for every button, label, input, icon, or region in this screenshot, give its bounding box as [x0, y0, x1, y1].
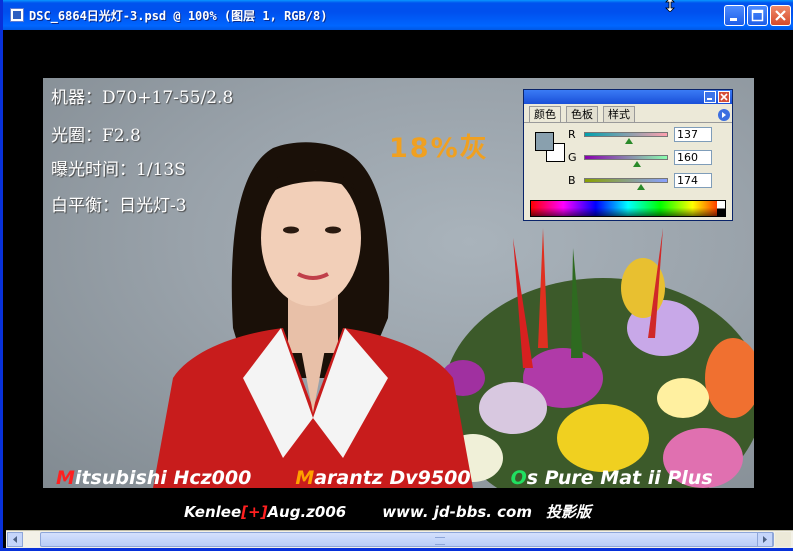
projector-1-rest: itsubishi Hcz000 [74, 467, 252, 489]
arrow-left-icon [13, 536, 17, 543]
scroll-right-button[interactable] [757, 532, 773, 547]
projector-2-initial: M [295, 467, 315, 489]
flower-bouquet [441, 228, 754, 488]
arrow-right-icon [763, 536, 767, 543]
maximize-icon [751, 9, 764, 22]
channel-b-slider[interactable] [584, 178, 668, 183]
projector-credits-line: Mitsubishi Hcz000 Marantz Dv9500 Os Pure M… [56, 467, 756, 493]
credit-tag: 投影版 [546, 503, 592, 521]
channel-g-value[interactable]: 160 [674, 150, 712, 165]
credit-mark: [+] [241, 503, 268, 521]
palette-title-bar[interactable] [524, 90, 732, 104]
projector-3: Os Pure Mat ii Plus [511, 467, 713, 489]
gray-card-label: 18%灰 [389, 133, 489, 164]
palette-close-button[interactable] [718, 91, 730, 103]
white-balance-info-text: 白平衡：日光灯-3 [51, 196, 187, 216]
minimize-icon [730, 18, 737, 21]
scroll-left-button[interactable] [7, 532, 23, 547]
credit-date: Aug.z006 [267, 503, 347, 521]
aperture-info-text: 光圈：F2.8 [51, 126, 141, 146]
credit-name: Kenlee [184, 503, 242, 521]
camera-info-text: 机器：D70+17-55/2.8 [51, 88, 234, 108]
psd-file-icon [10, 8, 24, 22]
author-credits-line: Kenlee[+]Aug.z006 www. jd-bbs. com 投影版 [184, 501, 591, 522]
scrollbar-corner [775, 532, 791, 547]
maximize-button[interactable] [747, 5, 768, 26]
close-icon [720, 93, 728, 101]
channel-r-slider[interactable] [584, 132, 668, 137]
scroll-thumb[interactable] [40, 532, 774, 547]
channel-g-slider[interactable] [584, 155, 668, 160]
resize-cursor-icon [665, 0, 675, 12]
minimize-icon [707, 98, 712, 100]
channel-r-label: R [568, 128, 576, 141]
channel-b-value[interactable]: 174 [674, 173, 712, 188]
close-icon [775, 10, 786, 21]
projector-1: Mitsubishi Hcz000 [56, 467, 251, 489]
palette-body: R 137 G 160 B 174 [524, 122, 732, 221]
horizontal-scrollbar[interactable] [6, 530, 793, 548]
channel-b-thumb[interactable] [637, 184, 646, 190]
color-spectrum-bar[interactable] [530, 200, 726, 217]
channel-g-thumb[interactable] [632, 161, 641, 167]
projector-3-initial: O [510, 467, 527, 489]
minimize-button[interactable] [724, 5, 745, 26]
exposure-info-text: 曝光时间：1/13S [51, 160, 186, 180]
scroll-grip [435, 537, 445, 545]
window-title: DSC_6864日光灯-3.psd @ 100% (图层 1, RGB/8) [29, 9, 328, 23]
channel-r-value[interactable]: 137 [674, 127, 712, 142]
palette-minimize-button[interactable] [704, 91, 716, 103]
color-palette-panel: 颜色 色板 样式 R 137 G 160 B 174 [523, 89, 733, 221]
close-button[interactable] [770, 5, 791, 26]
channel-g-label: G [568, 151, 577, 164]
title-bar[interactable]: DSC_6864日光灯-3.psd @ 100% (图层 1, RGB/8) [3, 0, 793, 30]
channel-b-label: B [568, 174, 576, 187]
projector-2-rest: arantz Dv9500 [314, 467, 471, 489]
projector-2: Marantz Dv9500 [295, 467, 470, 489]
black-white-swatch[interactable] [717, 201, 725, 216]
tab-color[interactable]: 颜色 [529, 106, 561, 123]
projector-1-initial: M [56, 467, 75, 489]
tab-swatches[interactable]: 色板 [566, 106, 598, 123]
tab-styles[interactable]: 样式 [603, 106, 635, 123]
foreground-color-swatch[interactable] [535, 132, 554, 151]
photoshop-document-window: DSC_6864日光灯-3.psd @ 100% (图层 1, RGB/8) 机… [0, 0, 793, 551]
credit-site: www. jd-bbs. com [382, 503, 532, 521]
projector-3-rest: s Pure Mat ii Plus [526, 467, 713, 489]
menu-arrow-icon [722, 112, 726, 118]
palette-menu-button[interactable] [718, 109, 730, 121]
channel-r-thumb[interactable] [625, 138, 634, 144]
